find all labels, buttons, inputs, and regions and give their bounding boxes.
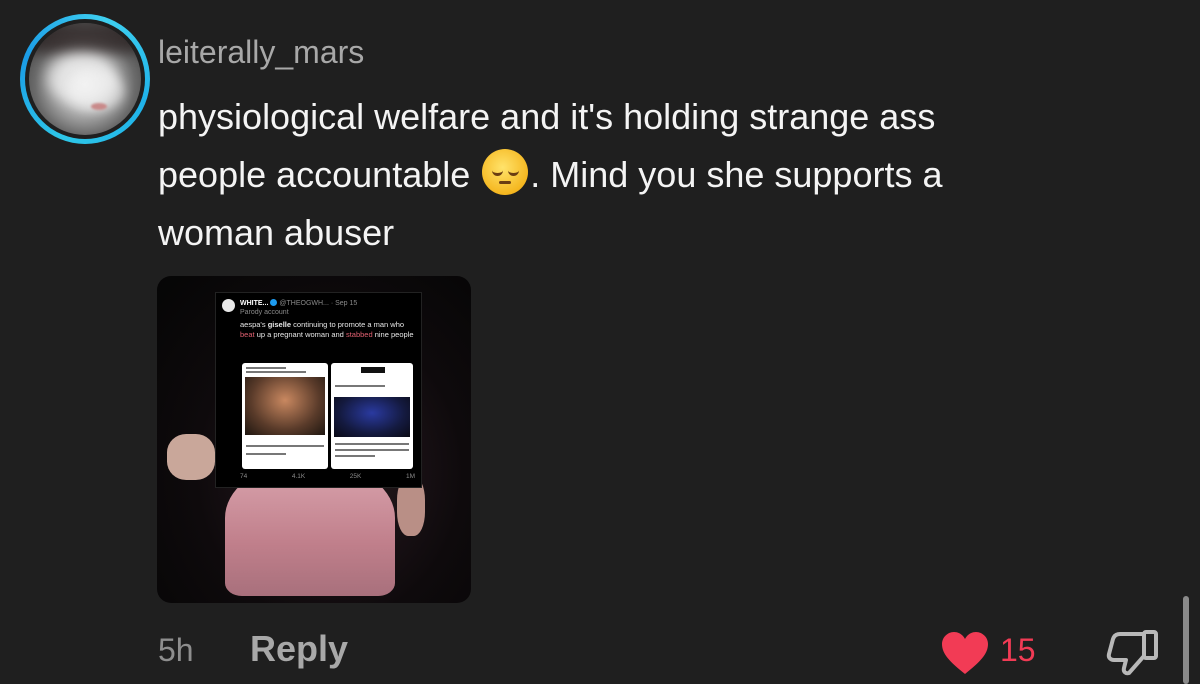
tweet-photo-2 [334, 397, 410, 437]
tweet-text: up a pregnant woman and [254, 330, 346, 339]
parody-badge: Parody account [240, 309, 289, 316]
verified-icon [270, 299, 278, 306]
avatar-lips [91, 103, 107, 110]
embedded-tweet: WHITE... @THEOGWH... · Sep 15 Parody acco… [215, 292, 422, 488]
tweet-name: WHITE... [240, 300, 269, 307]
tweet-views: 1M [405, 473, 415, 480]
comment-line-2a: people accountable [158, 154, 481, 195]
like-count: 15 [1000, 632, 1036, 668]
flushed-face-emoji-icon [482, 149, 529, 195]
tweet-text-highlight: beat [240, 330, 255, 339]
avatar-border [25, 19, 145, 139]
tweet-stats: 74 4.1K 25K 1M [240, 473, 415, 480]
username[interactable]: leiterally_mars [158, 34, 364, 71]
avatar-hair [29, 23, 141, 53]
tweet-photo-1 [245, 377, 325, 435]
image-hand [167, 434, 215, 480]
tweet-media-card-2 [331, 363, 413, 469]
tweet-text: continuing to promote a man who [291, 320, 405, 329]
comment-text: physiological welfare and it's holding s… [158, 88, 1168, 262]
tweet-avatar [222, 299, 235, 312]
reply-button[interactable]: Reply [250, 628, 348, 670]
tweet-text-highlight: stabbed [345, 330, 373, 339]
tweet-media-card-1 [242, 363, 328, 469]
tweet-text: aespa's [240, 320, 268, 329]
comment-line-3: woman abuser [158, 212, 395, 253]
tweet-likes: 25K [349, 473, 362, 480]
tweet-date: · Sep 15 [330, 300, 358, 307]
bbc-logo [361, 367, 385, 373]
tweet-text-bold: giselle [267, 320, 292, 329]
scrollbar[interactable] [1183, 596, 1189, 684]
tweet-text: nine people [372, 330, 414, 339]
dislike-icon[interactable] [1106, 626, 1160, 676]
tweet-body: aespa's giselle continuing to promote a … [240, 320, 415, 340]
comment-timestamp: 5h [158, 632, 194, 668]
comment-line-1: physiological welfare and it's holding s… [158, 96, 936, 137]
heart-icon[interactable] [940, 630, 990, 676]
avatar-ring[interactable] [20, 14, 150, 144]
tweet-retweets: 4.1K [291, 473, 306, 480]
avatar[interactable] [29, 23, 141, 135]
comment-image[interactable]: WHITE... @THEOGWH... · Sep 15 Parody acco… [157, 276, 471, 603]
tweet-handle: @THEOGWH... [279, 300, 329, 307]
tweet-header: WHITE... @THEOGWH... · Sep 15 [240, 299, 357, 307]
comment-line-2b: . Mind you she supports a [530, 154, 943, 195]
tweet-replies: 74 [240, 473, 248, 480]
